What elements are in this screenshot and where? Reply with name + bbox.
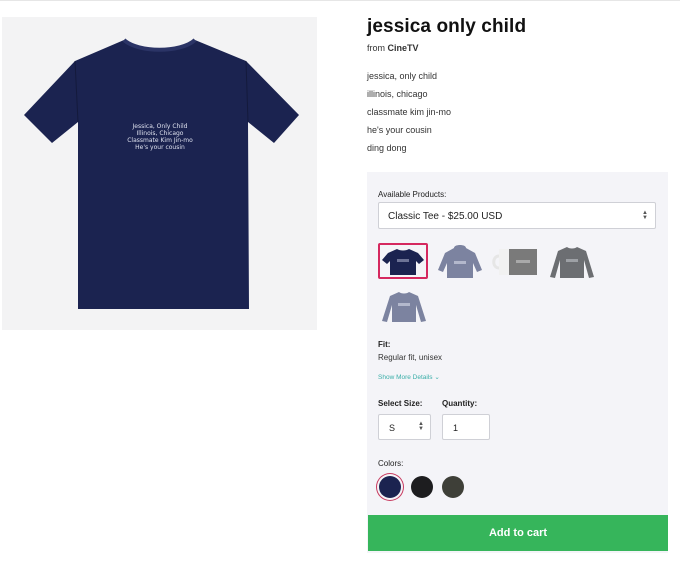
- product-description: jessica, only child illinois, chicago cl…: [367, 71, 451, 161]
- products-label: Available Products:: [378, 190, 447, 199]
- thumbnail-sweatshirt[interactable]: [378, 287, 428, 323]
- quantity-label: Quantity:: [442, 399, 478, 408]
- description-line: he's your cousin: [367, 125, 432, 135]
- thumbnail-classic-tee[interactable]: [378, 243, 428, 279]
- size-value: S: [389, 423, 396, 433]
- description-line: jessica, only child: [367, 71, 438, 81]
- brand-link[interactable]: CineTV: [388, 43, 419, 53]
- description-line: ding dong: [367, 143, 407, 153]
- show-more-details-link[interactable]: Show More Details ⌄: [378, 373, 440, 381]
- product-image: Jessica, Only Child Illinois, Chicago Cl…: [2, 17, 317, 330]
- description-line: illinois, chicago: [367, 89, 428, 99]
- product-title: jessica only child: [367, 16, 527, 37]
- add-to-cart-button[interactable]: Add to cart: [368, 515, 668, 551]
- color-swatch-olive[interactable]: [442, 476, 464, 498]
- fit-value: Regular fit, unisex: [378, 353, 443, 362]
- top-divider: [0, 0, 680, 1]
- quantity-input[interactable]: 1: [442, 414, 490, 440]
- size-label: Select Size:: [378, 399, 423, 408]
- description-line: classmate kim jin-mo: [367, 107, 452, 117]
- size-select[interactable]: S ▲ ▼: [378, 414, 431, 440]
- thumbnail-mug[interactable]: [490, 243, 540, 279]
- print-line: Jessica, Only Child: [132, 123, 188, 130]
- product-select[interactable]: Classic Tee - $25.00 USD ▲ ▼: [378, 202, 656, 229]
- print-line: Classmate Kim Jin-mo: [127, 137, 193, 144]
- colors-label: Colors:: [378, 459, 404, 468]
- chevron-down-icon: ⌄: [434, 374, 440, 381]
- purchase-panel: Available Products: Classic Tee - $25.00…: [367, 172, 668, 553]
- print-line: He's your cousin: [135, 144, 185, 151]
- show-more-label: Show More Details: [378, 374, 433, 381]
- thumbnail-hoodie[interactable]: [434, 243, 484, 279]
- product-select-value: Classic Tee - $25.00 USD: [388, 211, 503, 222]
- select-arrows-icon: ▲ ▼: [642, 210, 648, 221]
- from-prefix: from: [367, 43, 385, 53]
- print-line: Illinois, Chicago: [136, 130, 184, 137]
- thumbnail-long-sleeve[interactable]: [546, 243, 596, 279]
- color-swatch-navy[interactable]: [379, 476, 401, 498]
- color-swatch-black[interactable]: [411, 476, 433, 498]
- select-arrows-icon: ▲ ▼: [418, 421, 424, 432]
- quantity-value: 1: [453, 423, 459, 433]
- shirt-print: Jessica, Only Child Illinois, Chicago Cl…: [112, 123, 208, 151]
- product-byline: from CineTV: [367, 43, 419, 53]
- fit-label: Fit:: [378, 340, 391, 349]
